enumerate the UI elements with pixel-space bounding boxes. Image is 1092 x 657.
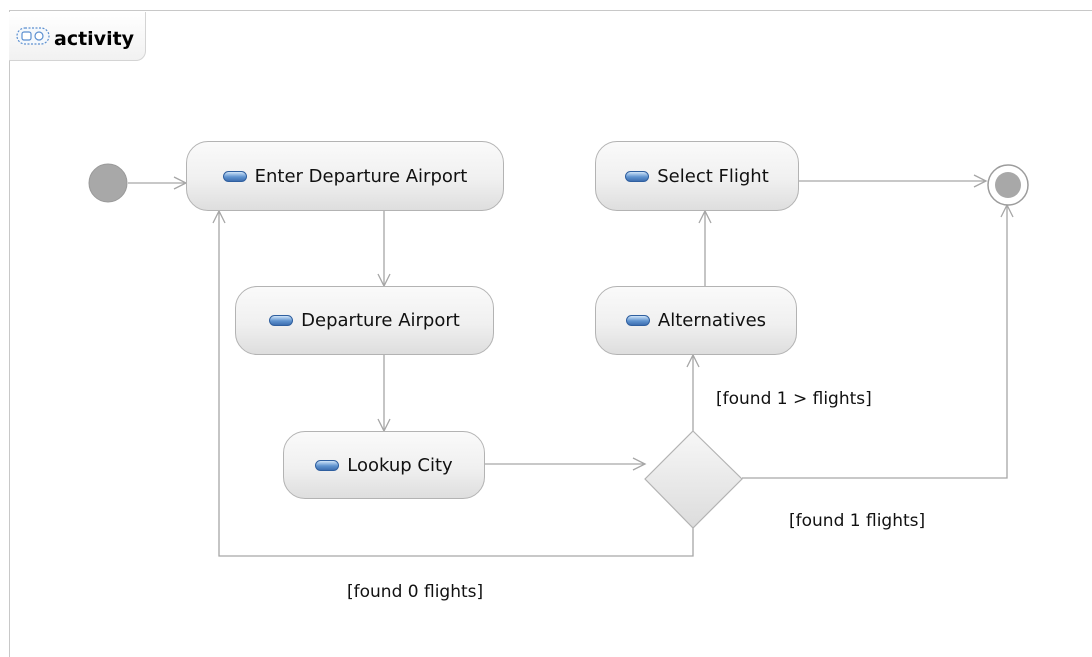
guard-found-zero: [found 0 flights] <box>347 582 484 602</box>
guard-found-many: [found 1 > flights] <box>716 389 872 409</box>
action-icon <box>222 170 247 182</box>
diagram-canvas <box>88 163 1029 557</box>
edge-decision-to-enter[interactable] <box>218 211 694 557</box>
activity-diagram-frame: activity Enter Departure Airport Departu… <box>0 0 1092 657</box>
action-alternatives[interactable]: Alternatives <box>595 286 797 355</box>
action-icon <box>315 459 340 471</box>
action-icon <box>625 170 650 182</box>
action-label: Enter Departure Airport <box>254 165 468 187</box>
decision-node[interactable] <box>644 430 743 529</box>
action-label: Select Flight <box>657 165 769 187</box>
action-icon <box>625 315 650 326</box>
action-select-flight[interactable]: Select Flight <box>595 141 799 211</box>
initial-node[interactable] <box>88 163 128 203</box>
action-icon <box>269 315 294 326</box>
action-label: Alternatives <box>657 310 767 331</box>
final-node[interactable] <box>987 164 1029 206</box>
action-label: Departure Airport <box>301 310 460 331</box>
action-enter-departure-airport[interactable]: Enter Departure Airport <box>186 141 504 211</box>
action-label: Lookup City <box>347 454 453 476</box>
guard-found-one: [found 1 flights] <box>789 511 926 531</box>
action-lookup-city[interactable]: Lookup City <box>283 431 485 499</box>
action-departure-airport[interactable]: Departure Airport <box>235 286 494 355</box>
